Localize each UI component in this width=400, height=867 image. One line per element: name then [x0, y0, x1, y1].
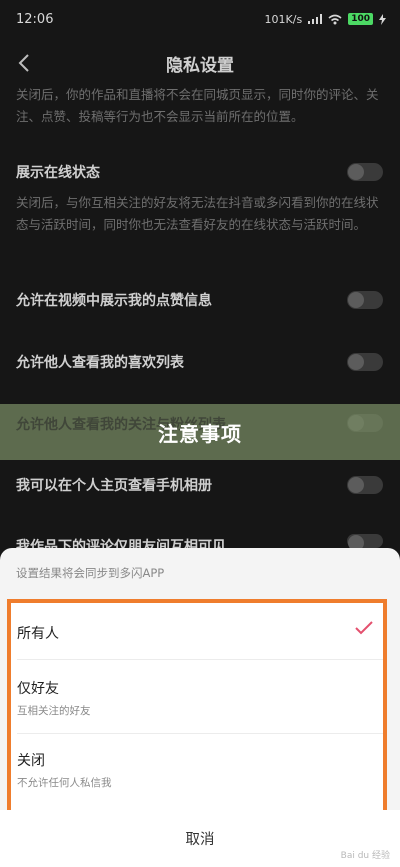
options-highlight-box: 所有人 仅好友 互相关注的好友 关闭 不允许任何人私信我	[7, 599, 387, 838]
signal-icon	[308, 14, 323, 24]
option-friends-only[interactable]: 仅好友 互相关注的好友	[11, 660, 383, 733]
setting-title: 允许他人查看我的喜欢列表	[16, 355, 184, 371]
setting-title: 允许在视频中展示我的点赞信息	[16, 293, 212, 309]
option-sub: 不允许任何人私信我	[17, 777, 112, 789]
sheet-hint: 设置结果将会同步到多闪APP	[16, 566, 165, 580]
liked-list-toggle[interactable]	[347, 353, 383, 371]
cancel-button[interactable]: 取消	[186, 828, 215, 849]
online-status-toggle[interactable]	[347, 163, 383, 181]
status-time: 12:06	[16, 11, 54, 27]
location-desc: 关闭后，你的作品和直播将不会在同城页显示，同时你的评论、关注、点赞、投稿等行为也…	[16, 87, 379, 124]
status-bar: 12:06 101K/s 100	[0, 0, 400, 38]
option-everyone[interactable]: 所有人	[11, 603, 383, 659]
charging-icon	[379, 13, 386, 25]
setting-title: 展示在线状态	[16, 165, 100, 181]
status-icons: 101K/s 100	[265, 13, 386, 26]
setting-title: 我可以在个人主页查看手机相册	[16, 478, 212, 494]
option-sub: 互相关注的好友	[17, 705, 91, 717]
banner-title: 注意事项	[158, 421, 242, 446]
option-label: 关闭	[17, 753, 45, 769]
watermark: Bai du 经验	[340, 851, 390, 861]
phone-album-toggle[interactable]	[347, 476, 383, 494]
bottom-sheet: 设置结果将会同步到多闪APP 所有人 仅好友 互相关注的好友 关闭 不允许任何人…	[0, 548, 400, 867]
nav-bar: 隐私设置	[0, 40, 400, 86]
wifi-icon	[328, 14, 342, 24]
setting-desc: 关闭后，与你互相关注的好友将无法在抖音或多闪看到你的在线状态与活跃时间，同时你也…	[16, 195, 379, 232]
setting-title: 我作品下的评论仅朋友间互相可见	[16, 539, 226, 548]
page-title: 隐私设置	[166, 55, 234, 76]
back-icon[interactable]	[14, 52, 36, 74]
check-icon	[355, 621, 373, 635]
option-label: 仅好友	[17, 681, 59, 697]
like-info-toggle[interactable]	[347, 291, 383, 309]
network-speed: 101K/s	[264, 12, 303, 26]
battery-icon: 100	[348, 13, 373, 25]
option-label: 所有人	[17, 626, 59, 642]
comment-visibility-toggle[interactable]	[347, 534, 383, 551]
caption-banner: 允许他人查看我的关注与粉丝列表 注意事项	[0, 404, 400, 460]
